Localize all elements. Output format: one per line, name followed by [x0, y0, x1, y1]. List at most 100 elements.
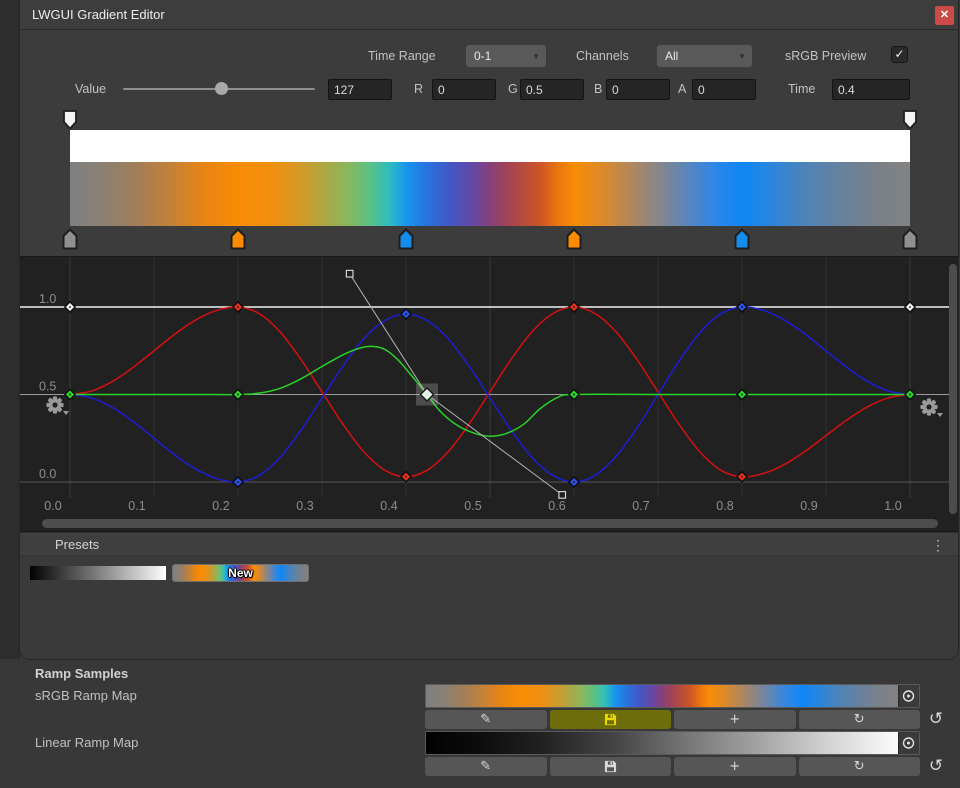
- svg-text:0.7: 0.7: [632, 499, 649, 513]
- revert-linear-button[interactable]: ↺: [926, 757, 946, 776]
- close-button[interactable]: ✕: [935, 6, 954, 25]
- curve-settings-gear-icon[interactable]: [918, 396, 944, 420]
- color-marker-row: [20, 226, 958, 252]
- b-field[interactable]: [606, 79, 670, 100]
- save-ramp-button[interactable]: [550, 710, 672, 729]
- undo-icon: ↺: [929, 756, 943, 776]
- presets-menu-button[interactable]: ⋮: [928, 535, 948, 555]
- srgb-ramp-toolbar: ✎ + ↻: [425, 710, 920, 729]
- svg-text:0.3: 0.3: [296, 499, 313, 513]
- svg-text:1.0: 1.0: [884, 499, 901, 513]
- alpha-marker[interactable]: [903, 110, 917, 130]
- edit-ramp-button[interactable]: ✎: [425, 710, 547, 729]
- preset-new-swatch[interactable]: New: [172, 564, 309, 582]
- linear-ramp-label: Linear Ramp Map: [35, 735, 138, 750]
- undo-icon: ↺: [929, 709, 943, 729]
- refresh-icon: ↻: [854, 710, 865, 729]
- svg-text:0.9: 0.9: [800, 499, 817, 513]
- preset-new-label: New: [173, 565, 308, 581]
- color-marker[interactable]: [566, 228, 582, 250]
- channels-value: All: [665, 49, 678, 63]
- alpha-preview-bar[interactable]: [70, 130, 910, 162]
- curve-editor-panel[interactable]: 0.00.10.20.30.40.50.60.70.80.91.01.00.50…: [20, 256, 958, 532]
- gradient-preview-bar[interactable]: [70, 162, 910, 226]
- svg-text:0.6: 0.6: [548, 499, 565, 513]
- svg-text:0.0: 0.0: [39, 467, 56, 481]
- time-range-dropdown[interactable]: 0-1 ▼: [466, 45, 546, 67]
- srgb-ramp-label: sRGB Ramp Map: [35, 688, 137, 703]
- color-marker[interactable]: [398, 228, 414, 250]
- srgb-ramp-preview[interactable]: [425, 684, 920, 708]
- curve-plot[interactable]: 0.00.10.20.30.40.50.60.70.80.91.01.00.50…: [20, 257, 958, 533]
- r-label: R: [414, 82, 423, 96]
- b-label: B: [594, 82, 602, 96]
- add-ramp-button[interactable]: +: [674, 757, 796, 776]
- svg-text:0.5: 0.5: [39, 380, 56, 394]
- refresh-ramp-button[interactable]: ↻: [799, 757, 921, 776]
- alpha-marker[interactable]: [63, 110, 77, 130]
- linear-ramp-preview[interactable]: [425, 731, 920, 755]
- srgb-preview-checkbox[interactable]: ✓: [891, 46, 908, 63]
- titlebar[interactable]: LWGUI Gradient Editor ✕: [20, 0, 958, 30]
- plus-icon: +: [729, 757, 740, 776]
- channels-dropdown[interactable]: All ▼: [657, 45, 752, 67]
- preset-grayscale-swatch[interactable]: [30, 566, 166, 580]
- gradient-editor-popup: LWGUI Gradient Editor ✕ Time Range 0-1 ▼…: [20, 0, 958, 659]
- srgb-ramp-gradient: [426, 685, 898, 707]
- srgb-preview-label: sRGB Preview: [785, 49, 866, 63]
- time-range-value: 0-1: [474, 49, 491, 63]
- ramp-samples-title: Ramp Samples: [35, 666, 128, 681]
- value-slider-thumb[interactable]: [215, 82, 228, 95]
- value-slider[interactable]: [123, 82, 315, 95]
- pencil-icon: ✎: [480, 757, 491, 776]
- save-ramp-button[interactable]: [550, 757, 672, 776]
- chevron-down-icon: ▼: [532, 46, 540, 68]
- object-picker-button[interactable]: [898, 732, 919, 754]
- value-field[interactable]: [328, 79, 392, 100]
- svg-text:0.5: 0.5: [464, 499, 481, 513]
- vertical-scrollbar[interactable]: [949, 264, 957, 514]
- svg-text:0.0: 0.0: [44, 499, 61, 513]
- chevron-down-icon: ▼: [738, 46, 746, 68]
- save-icon: [604, 713, 617, 726]
- color-marker[interactable]: [902, 228, 918, 250]
- r-field[interactable]: [432, 79, 496, 100]
- edit-ramp-button[interactable]: ✎: [425, 757, 547, 776]
- g-field[interactable]: [520, 79, 584, 100]
- time-range-label: Time Range: [368, 49, 436, 63]
- color-marker[interactable]: [734, 228, 750, 250]
- pencil-icon: ✎: [480, 710, 491, 729]
- a-label: A: [678, 82, 686, 96]
- presets-header: Presets ⋮: [20, 532, 958, 556]
- svg-text:1.0: 1.0: [39, 292, 56, 306]
- close-icon: ✕: [940, 9, 949, 21]
- kebab-icon: ⋮: [931, 537, 945, 553]
- save-icon: [604, 760, 617, 773]
- refresh-ramp-button[interactable]: ↻: [799, 710, 921, 729]
- add-ramp-button[interactable]: +: [674, 710, 796, 729]
- revert-srgb-button[interactable]: ↺: [926, 710, 946, 729]
- linear-ramp-gradient: [426, 732, 898, 754]
- linear-ramp-toolbar: ✎ + ↻: [425, 757, 920, 776]
- presets-title: Presets: [55, 537, 99, 552]
- presets-list: New: [20, 556, 958, 659]
- chevron-down-icon: [63, 411, 69, 415]
- object-picker-icon: [899, 685, 918, 707]
- svg-text:0.4: 0.4: [380, 499, 397, 513]
- curve-settings-gear-icon[interactable]: [44, 394, 70, 418]
- alpha-marker-row: [20, 108, 958, 130]
- a-field[interactable]: [692, 79, 756, 100]
- inspector-left-margin: [0, 0, 20, 659]
- color-marker[interactable]: [62, 228, 78, 250]
- refresh-icon: ↻: [854, 757, 865, 776]
- g-label: G: [508, 82, 518, 96]
- value-label: Value: [75, 82, 106, 96]
- object-picker-icon: [899, 732, 918, 754]
- chevron-down-icon: [937, 413, 943, 417]
- horizontal-scrollbar[interactable]: [42, 519, 938, 528]
- color-marker[interactable]: [230, 228, 246, 250]
- window-title: LWGUI Gradient Editor: [32, 7, 165, 22]
- time-field[interactable]: [832, 79, 910, 100]
- svg-text:0.8: 0.8: [716, 499, 733, 513]
- object-picker-button[interactable]: [898, 685, 919, 707]
